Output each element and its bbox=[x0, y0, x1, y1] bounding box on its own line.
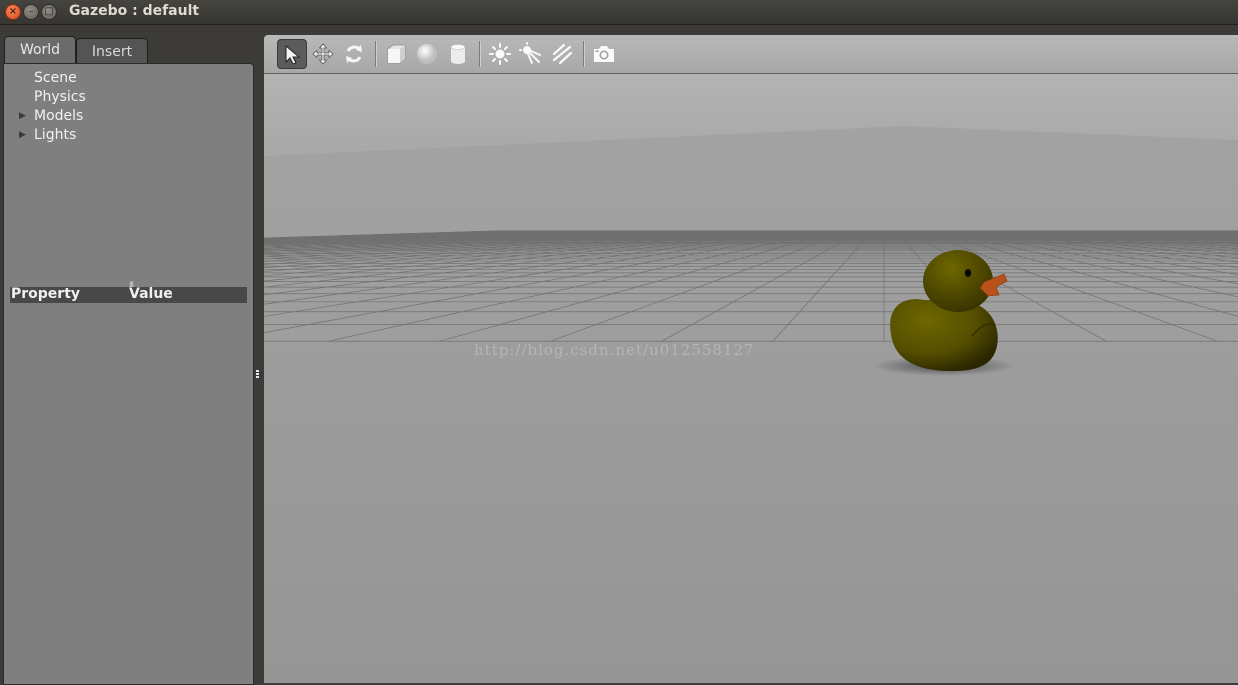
cylinder-tool-button[interactable] bbox=[443, 39, 473, 69]
tree-item-label: Lights bbox=[34, 127, 77, 143]
directional-light-tool-button[interactable] bbox=[547, 39, 577, 69]
panel-resize-handle[interactable] bbox=[256, 370, 259, 379]
tab-world[interactable]: World bbox=[4, 36, 76, 65]
expand-arrow-icon[interactable]: ▶ bbox=[19, 111, 26, 121]
box-tool-button[interactable] bbox=[381, 39, 411, 69]
rotate-tool-button[interactable] bbox=[339, 39, 369, 69]
world-tree: Scene Physics ▶ Models ▶ Lights bbox=[4, 69, 253, 145]
watermark-text: http://blog.csdn.net/u012558127 bbox=[474, 341, 755, 359]
toolbar-separator bbox=[375, 41, 377, 67]
directional-light-icon bbox=[552, 43, 573, 65]
scene-viewport[interactable]: http://blog.csdn.net/u012558127 bbox=[264, 74, 1238, 683]
main-toolbar bbox=[264, 35, 1238, 74]
select-tool-button[interactable] bbox=[277, 39, 307, 69]
translate-tool-button[interactable] bbox=[308, 39, 338, 69]
sphere-icon bbox=[417, 44, 437, 64]
ground-plane bbox=[264, 74, 1238, 683]
toolbar-separator bbox=[583, 41, 585, 67]
maximize-window-button[interactable]: □ bbox=[41, 4, 57, 20]
duck-eye bbox=[964, 269, 972, 277]
minimize-window-button[interactable]: – bbox=[23, 4, 39, 20]
property-table-header: Property Value bbox=[10, 286, 247, 303]
spot-light-tool-button[interactable] bbox=[516, 39, 546, 69]
sun-icon bbox=[489, 43, 511, 65]
tree-item-label: Scene bbox=[34, 70, 77, 86]
point-light-tool-button[interactable] bbox=[485, 39, 515, 69]
scene-render bbox=[264, 74, 1238, 683]
move-arrows-icon bbox=[312, 43, 334, 65]
camera-icon bbox=[594, 46, 614, 62]
expand-arrow-icon[interactable]: ▶ bbox=[19, 130, 26, 140]
tree-item-physics[interactable]: Physics bbox=[4, 88, 253, 107]
column-header-property[interactable]: Property bbox=[11, 286, 80, 302]
tree-item-lights[interactable]: ▶ Lights bbox=[4, 126, 253, 145]
tree-item-label: Physics bbox=[34, 89, 86, 105]
gazebo-main-window: World Insert Scene Physics ▶ Models ▶ Li… bbox=[0, 25, 1238, 685]
rotate-icon bbox=[346, 45, 362, 63]
tree-item-models[interactable]: ▶ Models bbox=[4, 107, 253, 126]
column-header-value[interactable]: Value bbox=[129, 286, 173, 302]
cylinder-icon bbox=[450, 44, 466, 64]
box-icon bbox=[387, 44, 406, 64]
arrow-cursor-icon bbox=[285, 44, 301, 65]
toolbar-separator bbox=[479, 41, 481, 67]
world-panel: Scene Physics ▶ Models ▶ Lights ||| Prop… bbox=[3, 63, 254, 685]
screenshot-tool-button[interactable] bbox=[589, 39, 619, 69]
sphere-tool-button[interactable] bbox=[412, 39, 442, 69]
tree-item-label: Models bbox=[34, 108, 84, 124]
close-window-button[interactable]: × bbox=[5, 4, 21, 20]
window-titlebar: × – □ Gazebo : default bbox=[0, 0, 1238, 25]
window-title: Gazebo : default bbox=[69, 3, 200, 19]
duck-head bbox=[923, 250, 993, 312]
tree-item-scene[interactable]: Scene bbox=[4, 69, 253, 88]
spot-light-icon bbox=[519, 42, 541, 64]
tab-insert[interactable]: Insert bbox=[76, 38, 148, 65]
